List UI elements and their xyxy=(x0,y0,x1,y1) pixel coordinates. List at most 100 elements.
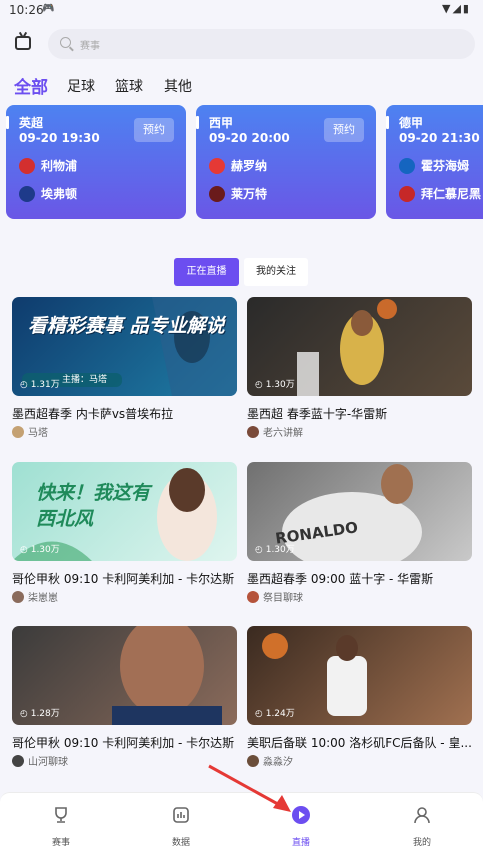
thumbnail-host: 主播：马塔 xyxy=(62,375,108,385)
nav-data[interactable]: 数据 xyxy=(151,805,211,848)
streamer-name: 淼淼汐 xyxy=(263,757,293,768)
streamer-name: 老六讲解 xyxy=(263,428,303,439)
stream-thumbnail[interactable]: ◴ 1.30万 xyxy=(247,297,472,396)
avatar xyxy=(247,425,259,438)
my-follow-button[interactable]: 我的关注 xyxy=(244,258,308,286)
tab-basketball[interactable]: 篮球 xyxy=(115,76,143,96)
trophy-icon xyxy=(55,807,67,823)
avatar xyxy=(12,425,24,438)
live-now-button[interactable]: 正在直播 xyxy=(174,258,239,286)
user-icon xyxy=(414,807,430,824)
search-placeholder: 赛事 xyxy=(80,41,100,52)
status-time: 10:26 xyxy=(9,3,44,17)
match-time: 09-20 20:00 xyxy=(209,131,290,145)
chart-icon xyxy=(173,807,189,823)
tab-football[interactable]: 足球 xyxy=(67,76,95,96)
view-count: ◴ 1.30万 xyxy=(20,545,60,555)
view-count: ◴ 1.30万 xyxy=(255,380,295,390)
thumbnail-caption: 快来！我这有西北风 xyxy=(36,482,151,530)
book-button[interactable]: 预约 xyxy=(134,118,174,142)
status-bar: 10:26 🎮 ▼◢▮ xyxy=(0,0,483,20)
match-card[interactable]: 西甲 09-20 20:00 预约 赫罗纳 莱万特 xyxy=(196,105,376,219)
view-count: ◴ 1.24万 xyxy=(255,709,295,719)
nav-me[interactable]: 我的 xyxy=(392,805,452,848)
avatar xyxy=(247,590,259,603)
stream-title: 哥伦甲秋 09:10 卡利阿美利加 - 卡尔达斯 xyxy=(12,736,235,750)
match-time: 09-20 19:30 xyxy=(19,131,100,145)
tv-icon[interactable] xyxy=(15,36,31,50)
view-count: ◴ 1.28万 xyxy=(20,709,60,719)
team-crest-icon xyxy=(19,157,35,174)
stream-thumbnail[interactable]: RONALDO ◴ 1.30万 xyxy=(247,462,472,561)
streamer: 柒崽崽 xyxy=(12,589,58,604)
stream-thumbnail[interactable]: ◴ 1.24万 xyxy=(247,626,472,725)
stream-title: 美职后备联 10:00 洛杉矶FC后备队 - 皇... xyxy=(247,736,472,750)
home-team: 赫罗纳 xyxy=(209,157,267,175)
nav-me-label: 我的 xyxy=(412,838,431,848)
away-team: 莱万特 xyxy=(209,185,267,203)
home-team-name: 利物浦 xyxy=(41,159,78,173)
stream-card[interactable]: RONALDO ◴ 1.30万 墨西超春季 09:00 蓝十字 - 华雷斯 祭目… xyxy=(247,462,472,612)
stream-thumbnail[interactable]: 看精彩赛事 品专业解说 主播：马塔 ◴ 1.31万 xyxy=(12,297,237,396)
streamer-name: 马塔 xyxy=(28,428,48,439)
book-button[interactable]: 预约 xyxy=(324,118,364,142)
play-icon xyxy=(292,806,310,824)
tab-all[interactable]: 全部 xyxy=(14,73,48,98)
away-team: 埃弗顿 xyxy=(19,185,77,203)
view-count-value: 1.30万 xyxy=(30,545,60,555)
upcoming-matches: 英超 09-20 19:30 预约 利物浦 埃弗顿 西甲 09-20 20:00… xyxy=(0,105,483,219)
home-team-name: 霍芬海姆 xyxy=(421,159,470,173)
nav-live[interactable]: 直播 xyxy=(271,805,331,848)
stream-card[interactable]: 快来！我这有西北风 ◴ 1.30万 哥伦甲秋 09:10 卡利阿美利加 - 卡尔… xyxy=(12,462,237,612)
system-icons: ▼◢▮ xyxy=(442,2,471,15)
team-crest-icon xyxy=(209,185,225,202)
streamer: 祭目聊球 xyxy=(247,589,303,604)
nav-events[interactable]: 赛事 xyxy=(31,805,91,848)
stream-card[interactable]: ◴ 1.28万 哥伦甲秋 09:10 卡利阿美利加 - 卡尔达斯 山河聊球 xyxy=(12,626,237,776)
view-count-value: 1.31万 xyxy=(30,380,60,390)
nav-events-label: 赛事 xyxy=(51,838,70,848)
team-crest-icon xyxy=(19,185,35,202)
streamer-name: 山河聊球 xyxy=(28,757,68,768)
stream-thumbnail[interactable]: 快来！我这有西北风 ◴ 1.30万 xyxy=(12,462,237,561)
avatar xyxy=(12,590,24,603)
card-accent-bar xyxy=(386,116,389,129)
away-team-name: 莱万特 xyxy=(231,187,268,201)
home-team-name: 赫罗纳 xyxy=(231,159,268,173)
team-crest-icon xyxy=(399,185,415,202)
match-card[interactable]: 英超 09-20 19:30 预约 利物浦 埃弗顿 xyxy=(6,105,186,219)
search-icon xyxy=(60,37,71,48)
avatar xyxy=(12,754,24,767)
view-count-value: 1.24万 xyxy=(265,709,295,719)
gamepad-icon: 🎮 xyxy=(42,3,55,14)
view-count: ◴ 1.31万 xyxy=(20,380,60,390)
stream-card[interactable]: ◴ 1.30万 墨西超 春季蓝十字-华雷斯 老六讲解 xyxy=(247,297,472,447)
match-league: 英超 xyxy=(19,116,44,130)
streamer: 山河聊球 xyxy=(12,753,68,768)
streamer: 老六讲解 xyxy=(247,424,303,439)
streamer: 淼淼汐 xyxy=(247,753,293,768)
card-accent-bar xyxy=(6,116,9,129)
match-time: 09-20 21:30 xyxy=(399,131,480,145)
home-team: 利物浦 xyxy=(19,157,77,175)
nav-data-label: 数据 xyxy=(171,838,190,848)
team-crest-icon xyxy=(209,157,225,174)
home-team: 霍芬海姆 xyxy=(399,157,469,175)
streamer-name: 祭目聊球 xyxy=(263,593,303,604)
view-count: ◴ 1.30万 xyxy=(255,545,295,555)
away-team-name: 埃弗顿 xyxy=(41,187,78,201)
nav-live-label: 直播 xyxy=(291,838,310,848)
search-input[interactable]: 赛事 xyxy=(48,29,475,59)
view-count-value: 1.30万 xyxy=(265,380,295,390)
stream-card[interactable]: ◴ 1.24万 美职后备联 10:00 洛杉矶FC后备队 - 皇... 淼淼汐 xyxy=(247,626,472,776)
stream-thumbnail[interactable]: ◴ 1.28万 xyxy=(12,626,237,725)
match-card[interactable]: 德甲 09-20 21:30 霍芬海姆 拜仁慕尼黑 xyxy=(386,105,483,219)
top-bar: 赛事 xyxy=(0,28,483,62)
away-team-name: 拜仁慕尼黑 xyxy=(421,187,482,201)
view-count-value: 1.30万 xyxy=(265,545,295,555)
view-count-value: 1.28万 xyxy=(30,709,60,719)
stream-card[interactable]: 看精彩赛事 品专业解说 主播：马塔 ◴ 1.31万 墨西超春季 内卡萨vs普埃布… xyxy=(12,297,237,447)
tab-other[interactable]: 其他 xyxy=(164,76,192,96)
stream-title: 哥伦甲秋 09:10 卡利阿美利加 - 卡尔达斯 xyxy=(12,572,235,586)
streamer-name: 柒崽崽 xyxy=(28,593,58,604)
